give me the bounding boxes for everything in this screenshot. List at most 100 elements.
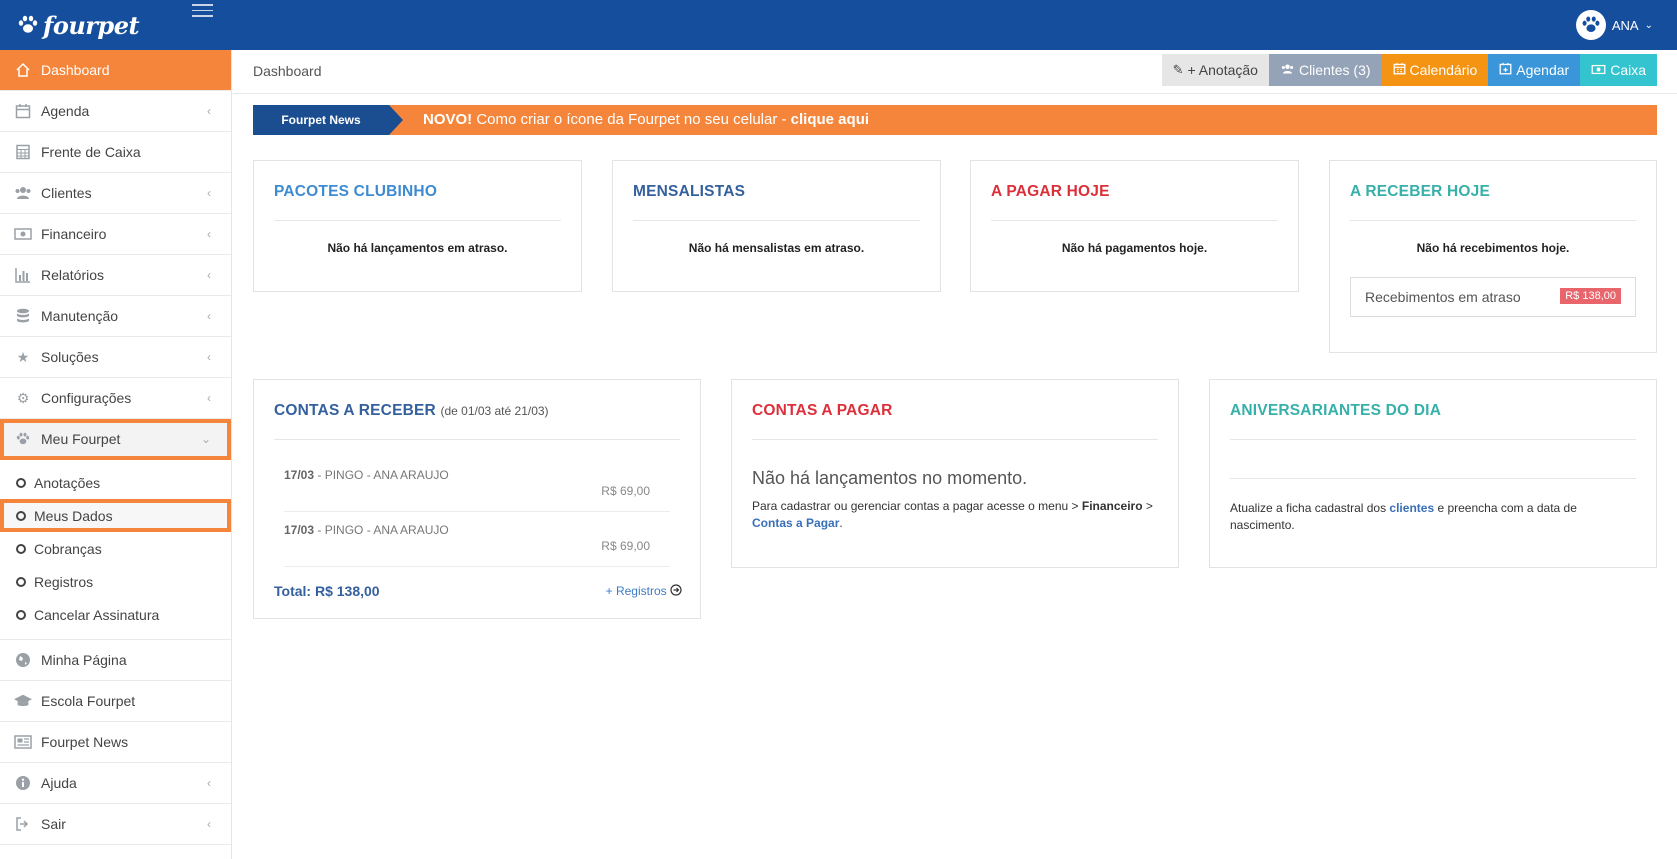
news-link[interactable]: clique aqui <box>791 111 869 128</box>
breadcrumb: Dashboard <box>253 63 322 79</box>
edit-icon: ✎ <box>1172 62 1184 77</box>
card-pacotes-clubinho: PACOTES CLUBINHO Não há lançamentos em a… <box>253 160 582 292</box>
agendar-button[interactable]: Agendar <box>1488 54 1581 86</box>
money-icon <box>14 225 32 243</box>
chevron-left-icon: ‹ <box>207 227 211 241</box>
chevron-left-icon: ‹ <box>207 776 211 790</box>
sidebar-item-label: Escola Fourpet <box>41 693 136 709</box>
news-tag-arrow <box>389 105 403 135</box>
submenu-item-cancelar-assinatura[interactable]: Cancelar Assinatura <box>0 598 231 631</box>
button-label: Clientes (3) <box>1298 62 1371 78</box>
sidebar-item-frente-de-caixa[interactable]: Frente de Caixa <box>0 132 231 173</box>
card-mensalistas: MENSALISTAS Não há mensalistas em atraso… <box>612 160 941 292</box>
chevron-left-icon: ‹ <box>207 186 211 200</box>
menu-name: Financeiro <box>1081 499 1143 513</box>
submenu-item-cobrancas[interactable]: Cobranças <box>0 532 231 565</box>
sidebar-item-label: Relatórios <box>41 267 105 283</box>
brand-name: fourpet <box>43 10 140 40</box>
total-amount: Total: R$ 138,00 <box>274 583 380 599</box>
row-date: 17/03 <box>284 523 315 537</box>
clientes-link[interactable]: clientes <box>1389 501 1434 515</box>
news-text: Como criar o ícone da Fourpet no seu cel… <box>472 111 791 128</box>
empty-message: Não há recebimentos hoje. <box>1416 241 1570 255</box>
divider <box>991 220 1278 221</box>
late-receipts-label: Recebimentos em atraso <box>1365 289 1521 305</box>
button-label: Agendar <box>1516 62 1570 78</box>
sidebar-item-escola-fourpet[interactable]: Escola Fourpet <box>0 681 231 722</box>
row-client: - PINGO - ANA ARAUJO <box>314 468 449 482</box>
main-content: Dashboard ✎ + Anotação Clientes (3) Cale… <box>233 50 1677 859</box>
card-contas-a-receber: CONTAS A RECEBER (de 01/03 até 21/03) 17… <box>253 379 701 619</box>
breadcrumb-bar: Dashboard ✎ + Anotação Clientes (3) Cale… <box>233 50 1677 94</box>
paw-icon <box>18 15 38 33</box>
sidebar-item-ajuda[interactable]: Ajuda ‹ <box>0 763 231 804</box>
sidebar-item-agenda[interactable]: Agenda ‹ <box>0 91 231 132</box>
home-icon <box>14 61 32 79</box>
newspaper-icon <box>14 733 32 751</box>
button-label: Calendário <box>1409 62 1478 78</box>
chevron-left-icon: ‹ <box>207 268 211 282</box>
sidebar-item-relatorios[interactable]: Relatórios ‹ <box>0 255 231 296</box>
calendario-button[interactable]: Calendário <box>1381 54 1489 86</box>
sidebar: Dashboard Agenda ‹ Frente de Caixa Clien… <box>0 50 232 859</box>
table-row[interactable]: 17/03 - PINGO - ANA ARAUJO R$ 69,00 <box>284 460 670 512</box>
submenu-item-meus-dados[interactable]: Meus Dados <box>0 499 231 532</box>
clientes-button[interactable]: Clientes (3) <box>1268 54 1382 86</box>
sign-out-icon <box>14 815 32 833</box>
help-text: Para cadastrar ou gerenciar contas a pag… <box>752 498 1158 532</box>
sidebar-item-configuracoes[interactable]: ⚙ Configurações ‹ <box>0 378 231 419</box>
sidebar-item-fourpet-news[interactable]: Fourpet News <box>0 722 231 763</box>
submenu-meu-fourpet: Anotações Meus Dados Cobranças Registros… <box>0 460 231 640</box>
sidebar-item-minha-pagina[interactable]: Minha Página <box>0 640 231 681</box>
sidebar-item-label: Agenda <box>41 103 90 119</box>
sidebar-item-solucoes[interactable]: ★ Soluções ‹ <box>0 337 231 378</box>
divider <box>1350 220 1636 221</box>
card-title: A PAGAR HOJE <box>991 183 1110 200</box>
sidebar-item-clientes[interactable]: Clientes ‹ <box>0 173 231 214</box>
card-title: A RECEBER HOJE <box>1350 183 1491 200</box>
sidebar-item-meu-fourpet[interactable]: Meu Fourpet ⌄ <box>0 419 231 460</box>
sidebar-item-label: Meu Fourpet <box>41 431 121 447</box>
sidebar-item-sair[interactable]: Sair ‹ <box>0 804 231 845</box>
sidebar-item-manutencao[interactable]: Manutenção ‹ <box>0 296 231 337</box>
date-range: (de 01/03 até 21/03) <box>440 404 549 418</box>
circle-icon <box>16 543 26 554</box>
news-tag: Fourpet News <box>253 105 389 135</box>
users-icon <box>1280 63 1295 78</box>
database-icon <box>14 307 32 325</box>
card-title: PACOTES CLUBINHO <box>274 183 438 200</box>
row-amount: R$ 69,00 <box>601 539 650 553</box>
circle-icon <box>16 576 26 587</box>
calendar-icon <box>14 102 32 120</box>
info-icon <box>14 774 32 792</box>
arrow-circle-right-icon <box>670 584 682 598</box>
submenu-item-label: Anotações <box>34 474 101 491</box>
empty-message: Não há pagamentos hoje. <box>1061 241 1208 255</box>
news-highlight: NOVO! <box>423 111 473 128</box>
news-banner[interactable]: Fourpet News NOVO! Como criar o ícone da… <box>253 105 1657 135</box>
contas-a-pagar-link[interactable]: Contas a Pagar <box>752 516 839 530</box>
add-anotacao-button[interactable]: ✎ + Anotação <box>1161 54 1269 86</box>
paw-icon <box>14 430 32 448</box>
sidebar-item-dashboard[interactable]: Dashboard <box>0 50 231 91</box>
sidebar-item-label: Sair <box>41 816 66 832</box>
submenu-item-anotacoes[interactable]: Anotações <box>0 466 231 499</box>
sidebar-item-financeiro[interactable]: Financeiro ‹ <box>0 214 231 255</box>
menu-toggle-icon[interactable] <box>192 4 213 18</box>
logo[interactable]: fourpet <box>16 10 140 40</box>
divider <box>274 220 561 221</box>
star-icon: ★ <box>16 348 30 365</box>
submenu-item-registros[interactable]: Registros <box>0 565 231 598</box>
row-amount: R$ 69,00 <box>601 484 650 498</box>
row-date: 17/03 <box>284 468 315 482</box>
more-records-link[interactable]: + Registros <box>606 584 682 598</box>
sidebar-item-label: Manutenção <box>41 308 119 324</box>
top-bar: fourpet ANA ⌄ <box>0 0 1677 50</box>
empty-message: Não há lançamentos no momento. <box>752 468 1028 488</box>
card-a-pagar-hoje: A PAGAR HOJE Não há pagamentos hoje. <box>970 160 1299 292</box>
caixa-button[interactable]: Caixa <box>1580 54 1657 86</box>
user-menu[interactable]: ANA ⌄ <box>1575 10 1653 40</box>
table-row[interactable]: 17/03 - PINGO - ANA ARAUJO R$ 69,00 <box>284 515 670 567</box>
paw-icon <box>1582 16 1600 33</box>
late-receipts-row[interactable]: Recebimentos em atraso R$ 138,00 <box>1350 277 1636 317</box>
